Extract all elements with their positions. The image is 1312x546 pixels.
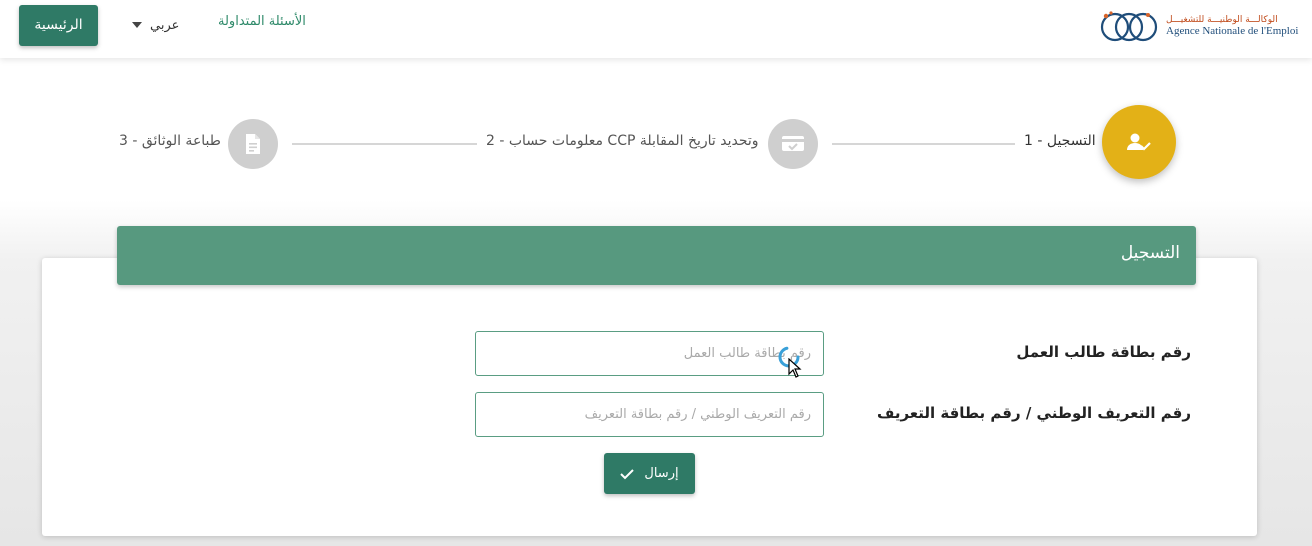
- chevron-down-icon: [132, 22, 142, 28]
- step-1-circle: [1102, 105, 1176, 179]
- step-2-label: 2 - معلومات حساب CCP وتحديد تاريخ المقاب…: [486, 133, 759, 149]
- user-check-icon: [1127, 133, 1151, 151]
- mouse-cursor-icon: [788, 358, 802, 378]
- anem-logo-icon: [1100, 11, 1158, 42]
- card-title: التسجيل: [1120, 243, 1180, 263]
- job-seeker-card-label: رقم بطاقة طالب العمل: [1016, 343, 1191, 361]
- step-3-circle: [228, 119, 278, 169]
- stepper-connector: [832, 143, 1015, 145]
- faq-link[interactable]: الأسئلة المتداولة: [218, 14, 306, 29]
- logo-text-ar: الوكالـــة الوطنيـــة للتشغيـــل: [1166, 14, 1278, 25]
- agency-logo[interactable]: الوكالـــة الوطنيـــة للتشغيـــل Agence …: [1098, 7, 1300, 45]
- national-id-input[interactable]: [475, 392, 824, 437]
- credit-card-check-icon: [782, 136, 804, 151]
- check-icon: [620, 468, 635, 480]
- submit-button-label: إرسال: [644, 466, 679, 481]
- logo-text-fr: Agence Nationale de l'Emploi: [1166, 24, 1299, 37]
- document-icon: [246, 134, 260, 154]
- language-select-value: عربي: [150, 17, 180, 33]
- stepper-connector: [292, 143, 477, 145]
- step-1-label: 1 - التسجيل: [1024, 133, 1096, 149]
- home-button[interactable]: الرئيسية: [19, 5, 98, 46]
- top-navbar: الرئيسية عربي الأسئلة المتداولة الوكالــ…: [0, 0, 1312, 58]
- job-seeker-card-input[interactable]: [475, 331, 824, 376]
- card-header: التسجيل: [117, 226, 1196, 285]
- national-id-label: رقم التعريف الوطني / رقم بطاقة التعريف: [876, 404, 1191, 422]
- step-3-label: 3 - طباعة الوثائق: [119, 133, 221, 149]
- submit-button[interactable]: إرسال: [604, 453, 695, 494]
- language-select[interactable]: عربي: [132, 14, 179, 36]
- step-2-circle: [768, 119, 818, 169]
